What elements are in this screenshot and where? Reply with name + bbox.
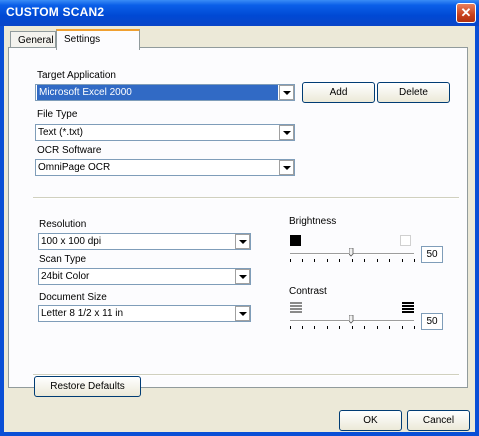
brightness-label: Brightness [289, 216, 337, 227]
dropdown-arrow-icon[interactable] [235, 306, 250, 321]
contrast-slider-thumb[interactable] [349, 315, 354, 324]
tab-general-label: General [18, 35, 54, 46]
delete-button[interactable]: Delete [377, 82, 450, 103]
title-bar[interactable]: CUSTOM SCAN2 ✕ [0, 0, 479, 26]
contrast-ticks [290, 326, 416, 330]
dropdown-arrow-icon[interactable] [279, 125, 294, 140]
scan-type-select[interactable]: 24bit Color [38, 268, 251, 285]
file-type-value: Text (*.txt) [38, 127, 84, 138]
close-button[interactable]: ✕ [456, 3, 476, 23]
ocr-software-value: OmniPage OCR [38, 162, 111, 173]
contrast-label: Contrast [289, 286, 327, 297]
target-application-select[interactable]: Microsoft Excel 2000 [35, 84, 295, 101]
close-icon[interactable]: ✕ [461, 5, 472, 20]
file-type-select[interactable]: Text (*.txt) [35, 124, 295, 141]
brightness-value: 50 [421, 246, 443, 263]
dropdown-arrow-icon[interactable] [235, 234, 250, 249]
restore-defaults-button[interactable]: Restore Defaults [34, 376, 141, 397]
dropdown-arrow-icon[interactable] [279, 160, 294, 175]
separator-top [33, 197, 459, 199]
black-square-icon [290, 235, 301, 246]
ok-button[interactable]: OK [339, 410, 402, 431]
dialog-client: General Settings Target Application Micr… [4, 26, 475, 432]
cancel-button[interactable]: Cancel [407, 410, 470, 431]
dialog-window: CUSTOM SCAN2 ✕ General Settings Target A… [0, 0, 479, 436]
target-application-value: Microsoft Excel 2000 [37, 85, 278, 100]
document-size-label: Document Size [39, 292, 107, 303]
contrast-value: 50 [421, 313, 443, 330]
scan-type-value: 24bit Color [41, 271, 90, 282]
tab-settings[interactable]: Settings [56, 29, 140, 50]
scan-type-label: Scan Type [39, 254, 87, 265]
low-contrast-icon [290, 302, 302, 313]
document-size-select[interactable]: Letter 8 1/2 x 11 in [38, 305, 251, 322]
add-button[interactable]: Add [302, 82, 375, 103]
settings-panel: Target Application Microsoft Excel 2000 … [8, 47, 468, 388]
white-square-icon [400, 235, 411, 246]
resolution-select[interactable]: 100 x 100 dpi [38, 233, 251, 250]
dropdown-arrow-icon[interactable] [279, 85, 294, 100]
document-size-value: Letter 8 1/2 x 11 in [41, 308, 124, 319]
dropdown-arrow-icon[interactable] [235, 269, 250, 284]
resolution-value: 100 x 100 dpi [41, 236, 102, 247]
ocr-software-select[interactable]: OmniPage OCR [35, 159, 295, 176]
brightness-ticks [290, 259, 416, 263]
resolution-label: Resolution [39, 219, 87, 230]
ocr-software-label: OCR Software [37, 145, 102, 156]
file-type-label: File Type [37, 109, 78, 120]
window-title: CUSTOM SCAN2 [6, 5, 105, 19]
tab-settings-label: Settings [64, 34, 101, 45]
target-application-label: Target Application [37, 70, 116, 81]
high-contrast-icon [402, 302, 414, 313]
brightness-slider-thumb[interactable] [349, 248, 354, 257]
